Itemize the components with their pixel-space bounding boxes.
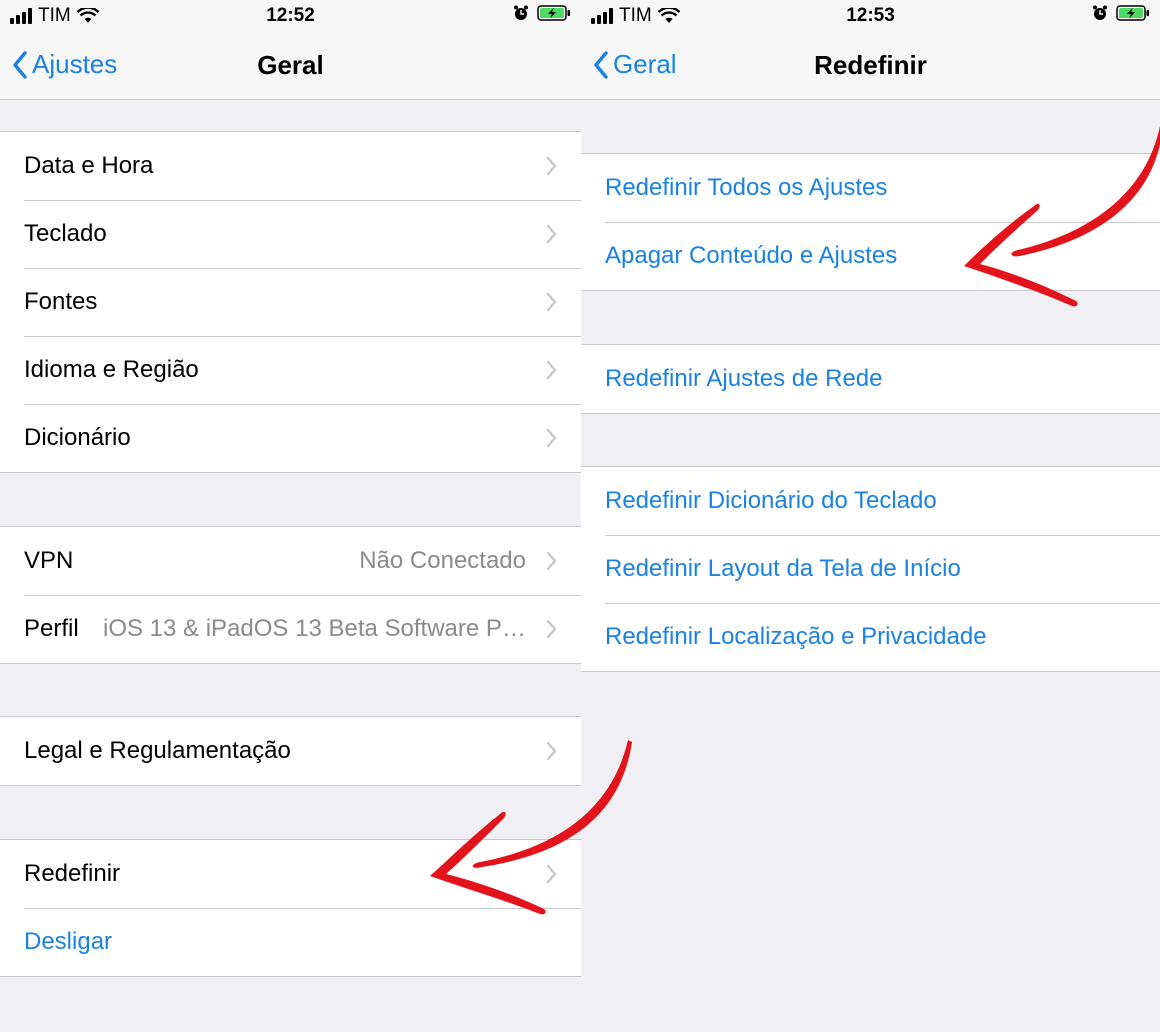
row-redefinir[interactable]: Redefinir bbox=[0, 840, 581, 908]
desligar-button[interactable]: Desligar bbox=[0, 908, 581, 976]
row-label: Dicionário bbox=[24, 424, 131, 451]
row-label: Fontes bbox=[24, 288, 98, 315]
settings-group-general: Data e Hora Teclado Fontes Idioma e Regi… bbox=[0, 131, 581, 473]
reset-group-network: Redefinir Ajustes de Rede bbox=[581, 344, 1160, 414]
row-dicionario[interactable]: Dicionário bbox=[0, 404, 581, 472]
row-perfil[interactable]: Perfil iOS 13 & iPadOS 13 Beta Software … bbox=[0, 595, 581, 663]
status-time: 12:52 bbox=[266, 5, 315, 26]
row-idioma-e-regiao[interactable]: Idioma e Região bbox=[0, 336, 581, 404]
chevron-right-icon bbox=[546, 741, 557, 761]
vpn-status-value: Não Conectado bbox=[359, 547, 526, 574]
status-right bbox=[1092, 5, 1150, 21]
row-label: Desligar bbox=[24, 928, 113, 955]
redefinir-todos-ajustes-button[interactable]: Redefinir Todos os Ajustes bbox=[581, 154, 1160, 222]
chevron-right-icon bbox=[546, 428, 557, 448]
alarm-icon bbox=[1092, 5, 1108, 21]
row-label: Data e Hora bbox=[24, 152, 154, 179]
row-vpn[interactable]: VPN Não Conectado bbox=[0, 527, 581, 595]
navigation-bar: Ajustes Geral bbox=[0, 32, 581, 100]
chevron-right-icon bbox=[546, 156, 557, 176]
status-bar: TIM 12:53 bbox=[581, 0, 1160, 32]
chevron-right-icon bbox=[546, 224, 557, 244]
row-label: VPN bbox=[24, 547, 74, 574]
chevron-right-icon bbox=[546, 619, 557, 639]
chevron-right-icon bbox=[546, 864, 557, 884]
page-title: Geral bbox=[257, 50, 324, 80]
right-screen-redefinir: TIM 12:53 Geral Redefinir Redefinir Todo… bbox=[581, 0, 1160, 1032]
chevron-right-icon bbox=[546, 292, 557, 312]
redefinir-localizacao-privacidade-button[interactable]: Redefinir Localização e Privacidade bbox=[581, 603, 1160, 671]
settings-group-reset: Redefinir Desligar bbox=[0, 839, 581, 977]
reset-group-settings: Redefinir Todos os Ajustes Apagar Conteú… bbox=[581, 153, 1160, 291]
row-teclado[interactable]: Teclado bbox=[0, 200, 581, 268]
left-screen-geral: TIM 12:52 Ajustes Geral Data e Hora Tecl… bbox=[0, 0, 581, 1032]
chevron-right-icon bbox=[546, 551, 557, 571]
row-data-e-hora[interactable]: Data e Hora bbox=[0, 132, 581, 200]
status-right bbox=[513, 5, 571, 21]
settings-group-vpn-perfil: VPN Não Conectado Perfil iOS 13 & iPadOS… bbox=[0, 526, 581, 664]
row-label: Redefinir Layout da Tela de Início bbox=[605, 555, 961, 582]
row-label: Idioma e Região bbox=[24, 356, 199, 383]
page-title: Redefinir bbox=[814, 50, 927, 80]
reset-group-other: Redefinir Dicionário do Teclado Redefini… bbox=[581, 466, 1160, 672]
row-label: Redefinir bbox=[24, 860, 121, 887]
row-label: Apagar Conteúdo e Ajustes bbox=[605, 242, 898, 269]
row-fontes[interactable]: Fontes bbox=[0, 268, 581, 336]
redefinir-ajustes-rede-button[interactable]: Redefinir Ajustes de Rede bbox=[581, 345, 1160, 413]
redefinir-dicionario-teclado-button[interactable]: Redefinir Dicionário do Teclado bbox=[581, 467, 1160, 535]
row-label: Redefinir Localização e Privacidade bbox=[605, 623, 987, 650]
row-label: Legal e Regulamentação bbox=[24, 737, 291, 764]
chevron-right-icon bbox=[546, 360, 557, 380]
row-label: Redefinir Dicionário do Teclado bbox=[605, 487, 937, 514]
profile-value: iOS 13 & iPadOS 13 Beta Software Profile bbox=[103, 615, 526, 642]
status-time: 12:53 bbox=[846, 5, 895, 26]
row-label: Perfil bbox=[24, 615, 79, 642]
row-label: Redefinir Todos os Ajustes bbox=[605, 174, 888, 201]
battery-charging-icon bbox=[537, 5, 571, 21]
status-bar: TIM 12:52 bbox=[0, 0, 581, 32]
row-label: Teclado bbox=[24, 220, 107, 247]
settings-group-legal: Legal e Regulamentação bbox=[0, 716, 581, 786]
battery-charging-icon bbox=[1116, 5, 1150, 21]
redefinir-layout-tela-inicio-button[interactable]: Redefinir Layout da Tela de Início bbox=[581, 535, 1160, 603]
row-legal-e-regulamentacao[interactable]: Legal e Regulamentação bbox=[0, 717, 581, 785]
apagar-conteudo-ajustes-button[interactable]: Apagar Conteúdo e Ajustes bbox=[581, 222, 1160, 290]
row-label: Redefinir Ajustes de Rede bbox=[605, 365, 883, 392]
alarm-icon bbox=[513, 5, 529, 21]
navigation-bar: Geral Redefinir bbox=[581, 32, 1160, 100]
